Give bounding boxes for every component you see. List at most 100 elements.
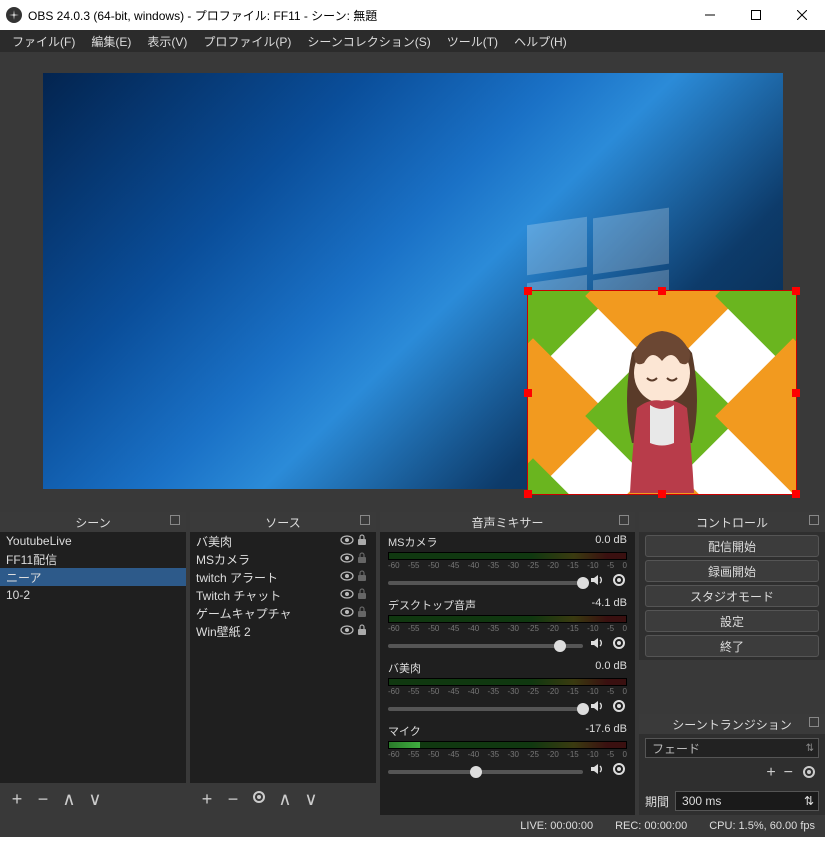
menu-view[interactable]: 表示(V) — [139, 30, 195, 52]
speaker-icon[interactable] — [589, 761, 605, 782]
menu-profile[interactable]: プロファイル(P) — [195, 30, 299, 52]
audio-meter — [388, 741, 627, 749]
add-scene-button[interactable]: + — [8, 789, 26, 810]
resize-handle[interactable] — [524, 287, 532, 295]
dock-icon[interactable] — [170, 515, 180, 525]
preview-canvas[interactable] — [43, 73, 783, 489]
eye-icon[interactable] — [340, 605, 354, 622]
mixer-list: MSカメラ0.0 dB-60-55-50-45-40-35-30-25-20-1… — [380, 532, 635, 815]
add-transition-button[interactable]: + — [766, 764, 775, 785]
channel-name: バ美肉 — [388, 660, 595, 676]
control-button[interactable]: 終了 — [645, 635, 819, 657]
preview-area[interactable] — [0, 52, 825, 510]
dock-icon[interactable] — [360, 515, 370, 525]
control-button[interactable]: 配信開始 — [645, 535, 819, 557]
eye-icon[interactable] — [340, 551, 354, 568]
source-item[interactable]: MSカメラ — [190, 550, 376, 568]
lock-icon[interactable] — [356, 606, 370, 621]
source-item[interactable]: ゲームキャプチャ — [190, 604, 376, 622]
scenes-footer: + − ∧ ∨ — [0, 783, 186, 815]
transitions-title: シーントランジション — [672, 716, 791, 733]
titlebar: OBS 24.0.3 (64-bit, windows) - プロファイル: F… — [0, 0, 825, 30]
menu-tools[interactable]: ツール(T) — [439, 30, 506, 52]
volume-slider[interactable] — [388, 644, 583, 648]
gear-icon[interactable] — [611, 572, 627, 593]
mixer-channel: マイク-17.6 dB-60-55-50-45-40-35-30-25-20-1… — [388, 723, 627, 782]
dock-icon[interactable] — [619, 515, 629, 525]
source-item[interactable]: バ美肉 — [190, 532, 376, 550]
source-settings-button[interactable] — [250, 789, 268, 810]
scene-item[interactable]: FF11配信 — [0, 550, 186, 568]
sources-list[interactable]: バ美肉MSカメラtwitch アラートTwitch チャットゲームキャプチャWi… — [190, 532, 376, 783]
volume-slider[interactable] — [388, 581, 583, 585]
scene-item[interactable]: ニーア — [0, 568, 186, 586]
resize-handle[interactable] — [792, 389, 800, 397]
speaker-icon[interactable] — [589, 698, 605, 719]
sources-footer: + − ∧ ∨ — [190, 783, 376, 815]
volume-slider[interactable] — [388, 770, 583, 774]
control-button[interactable]: スタジオモード — [645, 585, 819, 607]
gear-icon[interactable] — [611, 761, 627, 782]
scene-item[interactable]: YoutubeLive — [0, 532, 186, 550]
scene-down-button[interactable]: ∨ — [86, 789, 104, 810]
speaker-icon[interactable] — [589, 635, 605, 656]
source-down-button[interactable]: ∨ — [302, 789, 320, 810]
eye-icon[interactable] — [340, 533, 354, 550]
menu-scene-collection[interactable]: シーンコレクション(S) — [299, 30, 438, 52]
maximize-button[interactable] — [733, 0, 779, 30]
mixer-channel: MSカメラ0.0 dB-60-55-50-45-40-35-30-25-20-1… — [388, 534, 627, 593]
remove-source-button[interactable]: − — [224, 789, 242, 810]
controls-list: 配信開始録画開始スタジオモード設定終了 — [639, 532, 825, 660]
source-item[interactable]: Win壁紙 2 — [190, 622, 376, 640]
dock-icon[interactable] — [809, 515, 819, 525]
resize-handle[interactable] — [524, 389, 532, 397]
control-button[interactable]: 録画開始 — [645, 560, 819, 582]
source-item[interactable]: Twitch チャット — [190, 586, 376, 604]
speaker-icon[interactable] — [589, 572, 605, 593]
selected-source-overlay[interactable] — [527, 290, 797, 495]
updown-icon: ⇅ — [804, 794, 814, 808]
resize-handle[interactable] — [792, 490, 800, 498]
meter-ticks: -60-55-50-45-40-35-30-25-20-15-10-50 — [388, 561, 627, 570]
lock-icon[interactable] — [356, 534, 370, 549]
resize-handle[interactable] — [524, 490, 532, 498]
control-button[interactable]: 設定 — [645, 610, 819, 632]
eye-icon[interactable] — [340, 623, 354, 640]
dock-icon[interactable] — [809, 717, 819, 727]
duration-input[interactable]: 300 ms ⇅ — [675, 791, 819, 811]
scenes-list[interactable]: YoutubeLiveFF11配信ニーア10-2 — [0, 532, 186, 783]
volume-slider[interactable] — [388, 707, 583, 711]
resize-handle[interactable] — [658, 287, 666, 295]
eye-icon[interactable] — [340, 587, 354, 604]
transition-settings-button[interactable] — [801, 764, 817, 785]
scene-item[interactable]: 10-2 — [0, 586, 186, 604]
menu-file[interactable]: ファイル(F) — [4, 30, 83, 52]
menu-edit[interactable]: 編集(E) — [83, 30, 139, 52]
source-item[interactable]: twitch アラート — [190, 568, 376, 586]
source-up-button[interactable]: ∧ — [276, 789, 294, 810]
transition-select[interactable]: フェード ⇅ — [645, 738, 819, 758]
resize-handle[interactable] — [658, 490, 666, 498]
lock-icon[interactable] — [356, 552, 370, 567]
gear-icon[interactable] — [611, 698, 627, 719]
scene-up-button[interactable]: ∧ — [60, 789, 78, 810]
menu-help[interactable]: ヘルプ(H) — [506, 30, 575, 52]
add-source-button[interactable]: + — [198, 789, 216, 810]
lock-icon[interactable] — [356, 624, 370, 639]
minimize-button[interactable] — [687, 0, 733, 30]
window-title: OBS 24.0.3 (64-bit, windows) - プロファイル: F… — [28, 7, 377, 24]
lock-icon[interactable] — [356, 588, 370, 603]
lock-icon[interactable] — [356, 570, 370, 585]
gear-icon[interactable] — [611, 635, 627, 656]
eye-icon[interactable] — [340, 569, 354, 586]
close-button[interactable] — [779, 0, 825, 30]
remove-transition-button[interactable]: − — [784, 764, 793, 785]
resize-handle[interactable] — [792, 287, 800, 295]
transitions-header: シーントランジション — [639, 714, 825, 734]
source-label: twitch アラート — [196, 569, 338, 586]
remove-scene-button[interactable]: − — [34, 789, 52, 810]
controls-panel: コントロール 配信開始録画開始スタジオモード設定終了 — [639, 512, 825, 660]
status-rec: REC: 00:00:00 — [615, 820, 687, 832]
mixer-header: 音声ミキサー — [380, 512, 635, 532]
controls-title: コントロール — [696, 514, 768, 531]
